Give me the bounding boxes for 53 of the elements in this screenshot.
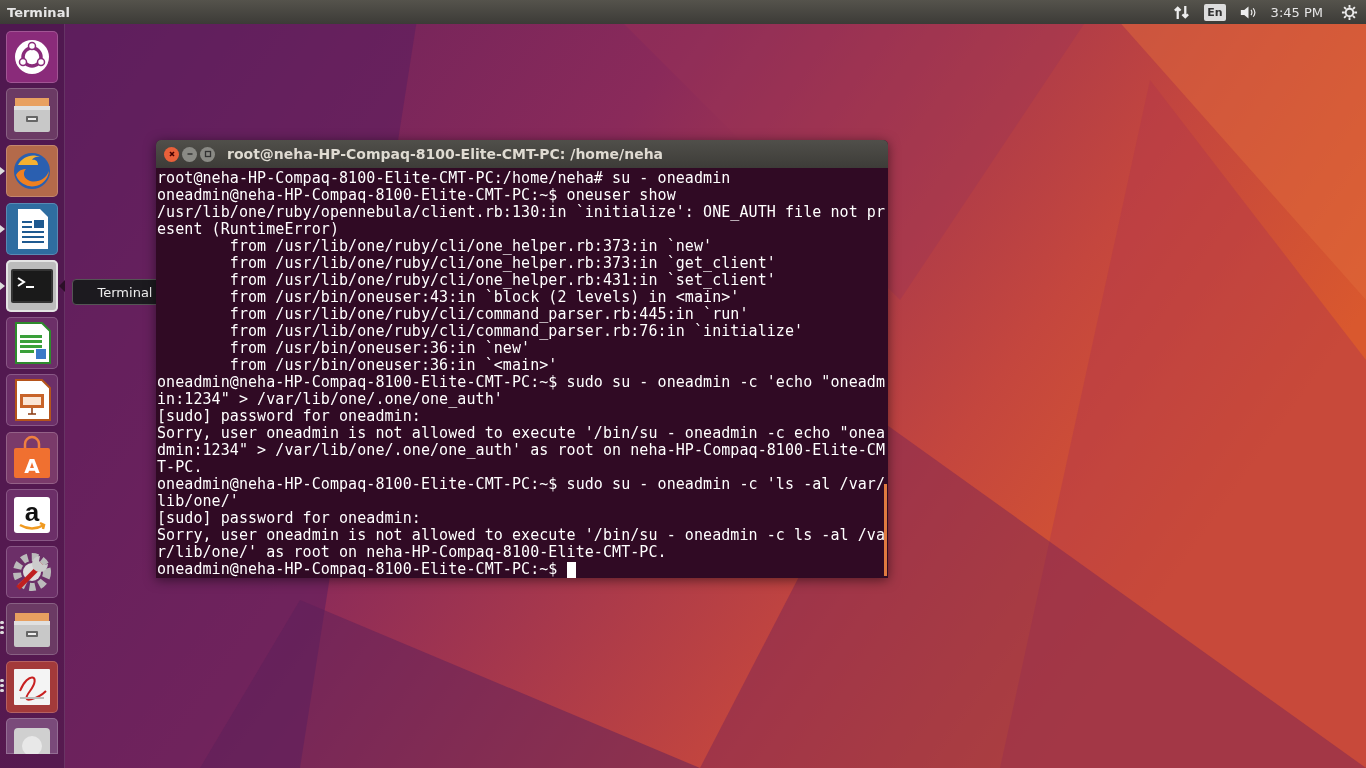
shopping-bag-icon: A bbox=[6, 431, 58, 484]
maximize-button[interactable] bbox=[200, 146, 215, 162]
launcher-item[interactable] bbox=[0, 259, 64, 311]
wrench-gear-icon bbox=[6, 546, 58, 599]
terminal-line: from /usr/lib/one/ruby/cli/one_helper.rb:431:in `set_client' bbox=[228, 272, 776, 289]
ubuntu-logo-icon bbox=[6, 31, 58, 83]
presentation-icon bbox=[6, 374, 58, 427]
minimize-button[interactable] bbox=[182, 146, 197, 162]
terminal-line: oneadmin@neha-HP-Compaq-8100-Elite-CMT-PC:~$ sudo su - oneadmin -c 'echo "oneadm bbox=[157, 374, 886, 391]
terminal-line: esent (RuntimeError) bbox=[157, 221, 339, 238]
scrollbar[interactable] bbox=[884, 484, 887, 576]
terminal-icon bbox=[6, 259, 58, 312]
terminal-line: Sorry, user oneadmin is not allowed to execute '/bin/su - oneadmin -c ls -al /va bbox=[157, 527, 886, 544]
terminal-line: /usr/lib/one/ruby/opennebula/client.rb:130:in `initialize': ONE_AUTH file not pr bbox=[157, 204, 886, 221]
file-cabinet-icon bbox=[6, 88, 58, 141]
running-indicator bbox=[0, 678, 4, 692]
launcher-item[interactable]: a bbox=[0, 488, 64, 540]
terminal-line: from /usr/bin/oneuser:36:in `<main>' bbox=[228, 357, 558, 374]
terminal-line: lib/one/' bbox=[157, 493, 239, 510]
terminal-line: oneadmin@neha-HP-Compaq-8100-Elite-CMT-PC:~$ oneuser show bbox=[157, 187, 676, 204]
terminal-line: [sudo] password for oneadmin: bbox=[157, 408, 421, 425]
document-icon bbox=[6, 202, 58, 255]
app-title: Terminal bbox=[7, 4, 70, 20]
maximize-icon bbox=[202, 149, 213, 159]
clock[interactable]: 3:45 PM bbox=[1270, 4, 1323, 20]
terminal-line: oneadmin@neha-HP-Compaq-8100-Elite-CMT-PC:~$ bbox=[157, 561, 559, 578]
close-button[interactable] bbox=[164, 146, 179, 162]
window-title: root@neha-HP-Compaq-8100-Elite-CMT-PC: /home/neha bbox=[227, 146, 664, 162]
close-icon bbox=[166, 149, 177, 159]
terminal-line: [sudo] password for oneadmin: bbox=[157, 510, 421, 527]
terminal-line: in:1234" > /var/lib/one/.one/one_auth' bbox=[157, 391, 503, 408]
terminal-line: from /usr/bin/oneuser:43:in `block (2 levels) in <main>' bbox=[228, 289, 740, 306]
terminal-line: root@neha-HP-Compaq-8100-Elite-CMT-PC:/home/neha# su - oneadmin bbox=[157, 170, 731, 187]
drive-icon bbox=[6, 717, 58, 754]
terminal-line: from /usr/lib/one/ruby/cli/one_helper.rb:373:in `get_client' bbox=[228, 255, 776, 272]
terminal-line: Sorry, user oneadmin is not allowed to execute '/bin/su - oneadmin -c echo "onea bbox=[157, 425, 886, 442]
network-arrows-icon[interactable] bbox=[1173, 3, 1191, 21]
terminal-line: from /usr/lib/one/ruby/cli/one_helper.rb:373:in `new' bbox=[228, 238, 713, 255]
terminal-line: from /usr/bin/oneuser:36:in `new' bbox=[228, 340, 531, 357]
file-cabinet-icon bbox=[6, 603, 58, 656]
terminal-line: from /usr/lib/one/ruby/cli/command_parser.rb:445:in `run' bbox=[228, 306, 749, 323]
running-indicator bbox=[0, 621, 4, 635]
terminal-line: oneadmin@neha-HP-Compaq-8100-Elite-CMT-PC:~$ sudo su - oneadmin -c 'ls -al /var/ bbox=[157, 476, 886, 493]
terminal-line: from /usr/lib/one/ruby/cli/command_parser.rb:76:in `initialize' bbox=[228, 323, 804, 340]
terminal-line: T-PC. bbox=[157, 459, 203, 476]
keyboard-layout-indicator[interactable]: En bbox=[1204, 3, 1226, 21]
terminal-line: dmin:1234" > /var/lib/one/.one/one_auth' as root on neha-HP-Compaq-8100-Elite-CM bbox=[157, 442, 886, 459]
spreadsheet-icon bbox=[6, 317, 58, 370]
document-viewer-icon bbox=[6, 660, 58, 713]
terminal-line: r/lib/one/' as root on neha-HP-Compaq-8100-Elite-CMT-PC. bbox=[157, 544, 667, 561]
settings-icon[interactable] bbox=[1341, 3, 1358, 21]
fox-globe-icon bbox=[6, 145, 58, 198]
focus-arrow-icon bbox=[59, 279, 65, 292]
